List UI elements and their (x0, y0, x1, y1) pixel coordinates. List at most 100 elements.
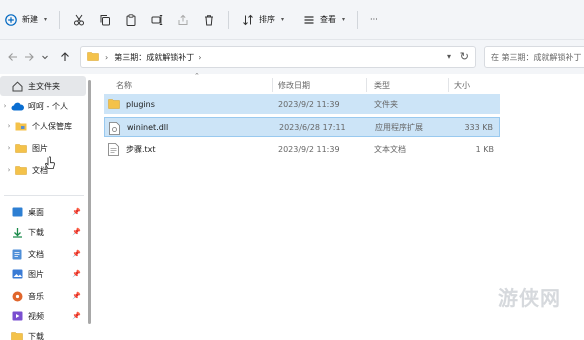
rename-button[interactable] (144, 8, 170, 32)
file-type: 文件夹 (374, 99, 398, 109)
quick-item-pictures[interactable]: 图片 📌 (10, 264, 81, 284)
toolbar-divider (357, 10, 359, 29)
sidebar-item-home[interactable]: 主文件夹 (0, 76, 86, 96)
refresh-icon[interactable]: ↻ (460, 50, 469, 63)
file-row[interactable]: 步骤.txt 2023/9/2 11:39 文本文档 1 KB (104, 139, 500, 159)
toolbar-divider (228, 10, 230, 29)
new-button[interactable]: 新建 ▾ (0, 8, 53, 32)
more-label: ··· (370, 15, 378, 24)
breadcrumb[interactable]: 第三期：成就解锁补丁 (114, 52, 194, 63)
chevron-right-icon[interactable]: › (4, 122, 14, 130)
column-divider[interactable] (448, 78, 449, 92)
document-icon (10, 248, 24, 260)
column-label: 类型 (374, 80, 390, 90)
chevron-right-icon: › (105, 52, 109, 62)
pin-icon[interactable]: 📌 (72, 270, 81, 278)
arrow-right-icon (25, 53, 34, 61)
sidebar-item-onedrive[interactable]: › 呵呵 - 个人 (0, 96, 68, 116)
view-icon (302, 13, 316, 27)
pin-icon[interactable]: 📌 (72, 228, 81, 236)
pin-icon[interactable]: 📌 (72, 292, 81, 300)
quick-item-downloads-2[interactable]: 下载 (10, 326, 44, 340)
sidebar-item-documents[interactable]: › 文档 (4, 160, 48, 180)
dll-file-icon (109, 122, 121, 135)
file-name: wininet.dll (127, 122, 169, 132)
quick-item-downloads[interactable]: 下载 📌 (10, 222, 81, 242)
file-type: 文本文档 (374, 144, 406, 154)
chevron-down-icon: ▾ (342, 16, 346, 23)
column-header-modified[interactable]: 修改日期 (278, 76, 310, 94)
chevron-right-icon[interactable]: › (0, 102, 10, 110)
quick-item-label: 桌面 (28, 207, 44, 217)
chevron-right-icon: › (198, 52, 202, 62)
view-button[interactable]: 查看 ▾ (296, 8, 351, 32)
file-size: 333 KB (464, 122, 493, 132)
sidebar-item-vault[interactable]: › 个人保管库 (4, 116, 72, 136)
file-name: plugins (126, 99, 155, 109)
rename-icon (150, 13, 164, 27)
chevron-down-icon: ▾ (44, 16, 48, 23)
recent-button[interactable] (36, 48, 54, 66)
copy-button[interactable] (92, 8, 118, 32)
copy-icon (98, 13, 112, 27)
address-bar[interactable]: › 第三期：成就解锁补丁 › ▾ ↻ (80, 46, 476, 68)
command-bar: 新建 ▾ 排序 ▾ 查看 ▾ ··· (0, 0, 584, 40)
desktop-icon (10, 206, 24, 218)
column-header-name[interactable]: 名称 (116, 76, 132, 94)
pin-icon[interactable]: 📌 (72, 208, 81, 216)
file-size: 1 KB (475, 144, 494, 154)
sort-label: 排序 (259, 15, 276, 24)
column-divider[interactable] (366, 78, 367, 92)
share-button[interactable] (170, 8, 196, 32)
quick-item-label: 文档 (28, 249, 44, 259)
video-icon (10, 310, 24, 322)
new-icon (4, 13, 18, 27)
file-row[interactable]: wininet.dll 2023/6/28 17:11 应用程序扩展 333 K… (104, 117, 500, 137)
arrow-up-icon (61, 52, 69, 61)
quick-item-desktop[interactable]: 桌面 📌 (10, 202, 81, 222)
sidebar-divider (4, 195, 84, 196)
cut-button[interactable] (66, 8, 92, 32)
search-input[interactable]: 在 第三期：成就解锁补丁 中搜索 (484, 46, 584, 68)
column-divider[interactable] (272, 78, 273, 92)
column-header-type[interactable]: 类型 (374, 76, 390, 94)
column-header-size[interactable]: 大小 (454, 76, 470, 94)
file-modified: 2023/9/2 11:39 (278, 144, 340, 154)
quick-item-videos[interactable]: 视频 📌 (10, 306, 81, 326)
pin-icon[interactable]: 📌 (72, 250, 81, 258)
chevron-down-icon: ▾ (281, 16, 285, 23)
quick-item-label: 下载 (28, 331, 44, 340)
sidebar-item-label: 呵呵 - 个人 (28, 101, 68, 111)
address-dropdown-icon[interactable]: ▾ (447, 52, 451, 61)
delete-button[interactable] (196, 8, 222, 32)
vault-icon (14, 120, 28, 132)
sidebar-item-pictures[interactable]: › 图片 (4, 138, 48, 158)
chevron-right-icon[interactable]: › (4, 166, 14, 174)
file-row[interactable]: plugins 2023/9/2 11:39 文件夹 (104, 94, 500, 114)
quick-item-label: 下载 (28, 227, 44, 237)
sort-button[interactable]: 排序 ▾ (235, 8, 290, 32)
arrow-left-icon (8, 53, 17, 61)
file-modified: 2023/6/28 17:11 (279, 122, 346, 132)
paste-button[interactable] (118, 8, 144, 32)
sidebar-scrollbar[interactable] (88, 80, 91, 324)
file-modified: 2023/9/2 11:39 (278, 99, 340, 109)
text-file-icon (108, 143, 120, 156)
chevron-down-icon (42, 55, 48, 60)
column-label: 修改日期 (278, 80, 310, 90)
view-label: 查看 (320, 15, 337, 24)
search-placeholder: 在 第三期：成就解锁补丁 中搜索 (491, 52, 584, 62)
sidebar-item-label: 主文件夹 (28, 81, 60, 91)
cursor-icon (44, 156, 56, 172)
quick-item-music[interactable]: 音乐 📌 (10, 286, 81, 306)
folder-icon (87, 51, 99, 63)
chevron-right-icon[interactable]: › (4, 144, 14, 152)
download-icon (10, 226, 24, 238)
new-label: 新建 (22, 15, 38, 24)
quick-item-documents[interactable]: 文档 📌 (10, 244, 81, 264)
home-icon (10, 80, 24, 92)
paste-icon (124, 13, 138, 27)
pin-icon[interactable]: 📌 (72, 312, 81, 320)
up-button[interactable] (56, 48, 74, 66)
more-button[interactable]: ··· (364, 8, 384, 32)
